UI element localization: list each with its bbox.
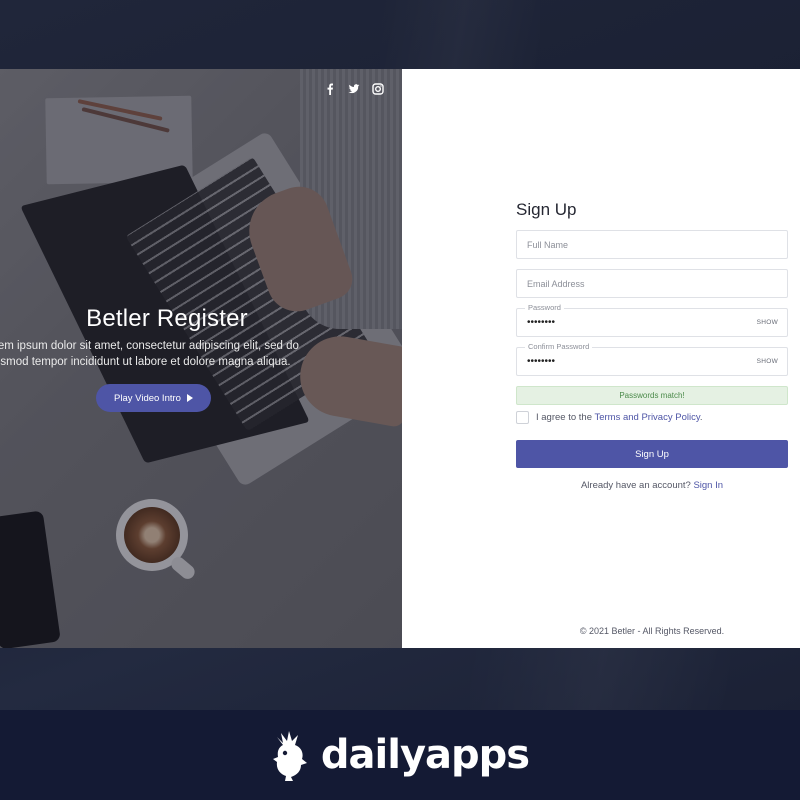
terms-suffix: .	[699, 412, 703, 423]
hero-description-line: rem ipsum dolor sit amet, consectetur ad…	[0, 340, 299, 352]
play-video-label: Play Video Intro	[114, 392, 181, 404]
password-field: Password SHOW	[516, 303, 788, 337]
copyright: © 2021 Betler - All Rights Reserved.	[579, 626, 725, 636]
instagram-icon[interactable]	[372, 83, 384, 95]
form-title: Sign Up	[516, 200, 577, 219]
signup-panel: Sign Up Password SHOW Confirm Password S…	[402, 69, 800, 648]
show-confirm-password-button[interactable]: SHOW	[757, 358, 778, 365]
hero-description-line: usmod tempor incididunt ut labore et dol…	[0, 356, 291, 368]
password-input[interactable]	[517, 309, 787, 336]
terms-agreement: I agree to the Terms and Privacy Policy.	[516, 411, 703, 424]
brand-bar: dailyapps	[0, 710, 800, 800]
email-input[interactable]	[517, 270, 787, 297]
signin-prompt-text: Already have an account?	[580, 480, 691, 491]
terms-link[interactable]: Terms and Privacy Policy	[594, 412, 699, 423]
play-icon	[186, 394, 193, 402]
show-password-button[interactable]: SHOW	[757, 319, 778, 326]
email-field	[516, 269, 788, 298]
terms-prefix: I agree to the	[536, 412, 592, 423]
hero-description: rem ipsum dolor sit amet, consectetur ad…	[0, 338, 334, 370]
signup-button[interactable]: Sign Up	[516, 440, 788, 468]
background-sheen	[380, 0, 540, 70]
twitter-icon[interactable]	[348, 83, 360, 95]
terms-checkbox[interactable]	[516, 411, 529, 424]
signin-prompt: Already have an account? Sign In	[516, 480, 788, 491]
confirm-password-field: Confirm Password SHOW	[516, 342, 788, 376]
brand-name: dailyapps	[320, 732, 530, 778]
password-match-message: Passwords match!	[516, 386, 788, 405]
facebook-icon[interactable]	[324, 83, 336, 95]
hero-title: Betler Register	[86, 305, 248, 332]
full-name-field	[516, 230, 788, 259]
hero-panel: Betler Register rem ipsum dolor sit amet…	[0, 69, 402, 648]
play-video-button[interactable]: Play Video Intro	[96, 384, 211, 412]
background-sheen	[470, 640, 730, 710]
password-label: Password	[525, 303, 564, 312]
confirm-password-input[interactable]	[517, 348, 787, 375]
app-window: Betler Register rem ipsum dolor sit amet…	[0, 69, 800, 648]
social-links	[324, 83, 384, 95]
terms-text: I agree to the Terms and Privacy Policy.	[536, 412, 703, 423]
dailyapps-logo-icon	[272, 731, 307, 781]
confirm-password-label: Confirm Password	[525, 342, 593, 351]
full-name-input[interactable]	[517, 231, 787, 258]
signin-link[interactable]: Sign In	[693, 480, 723, 491]
